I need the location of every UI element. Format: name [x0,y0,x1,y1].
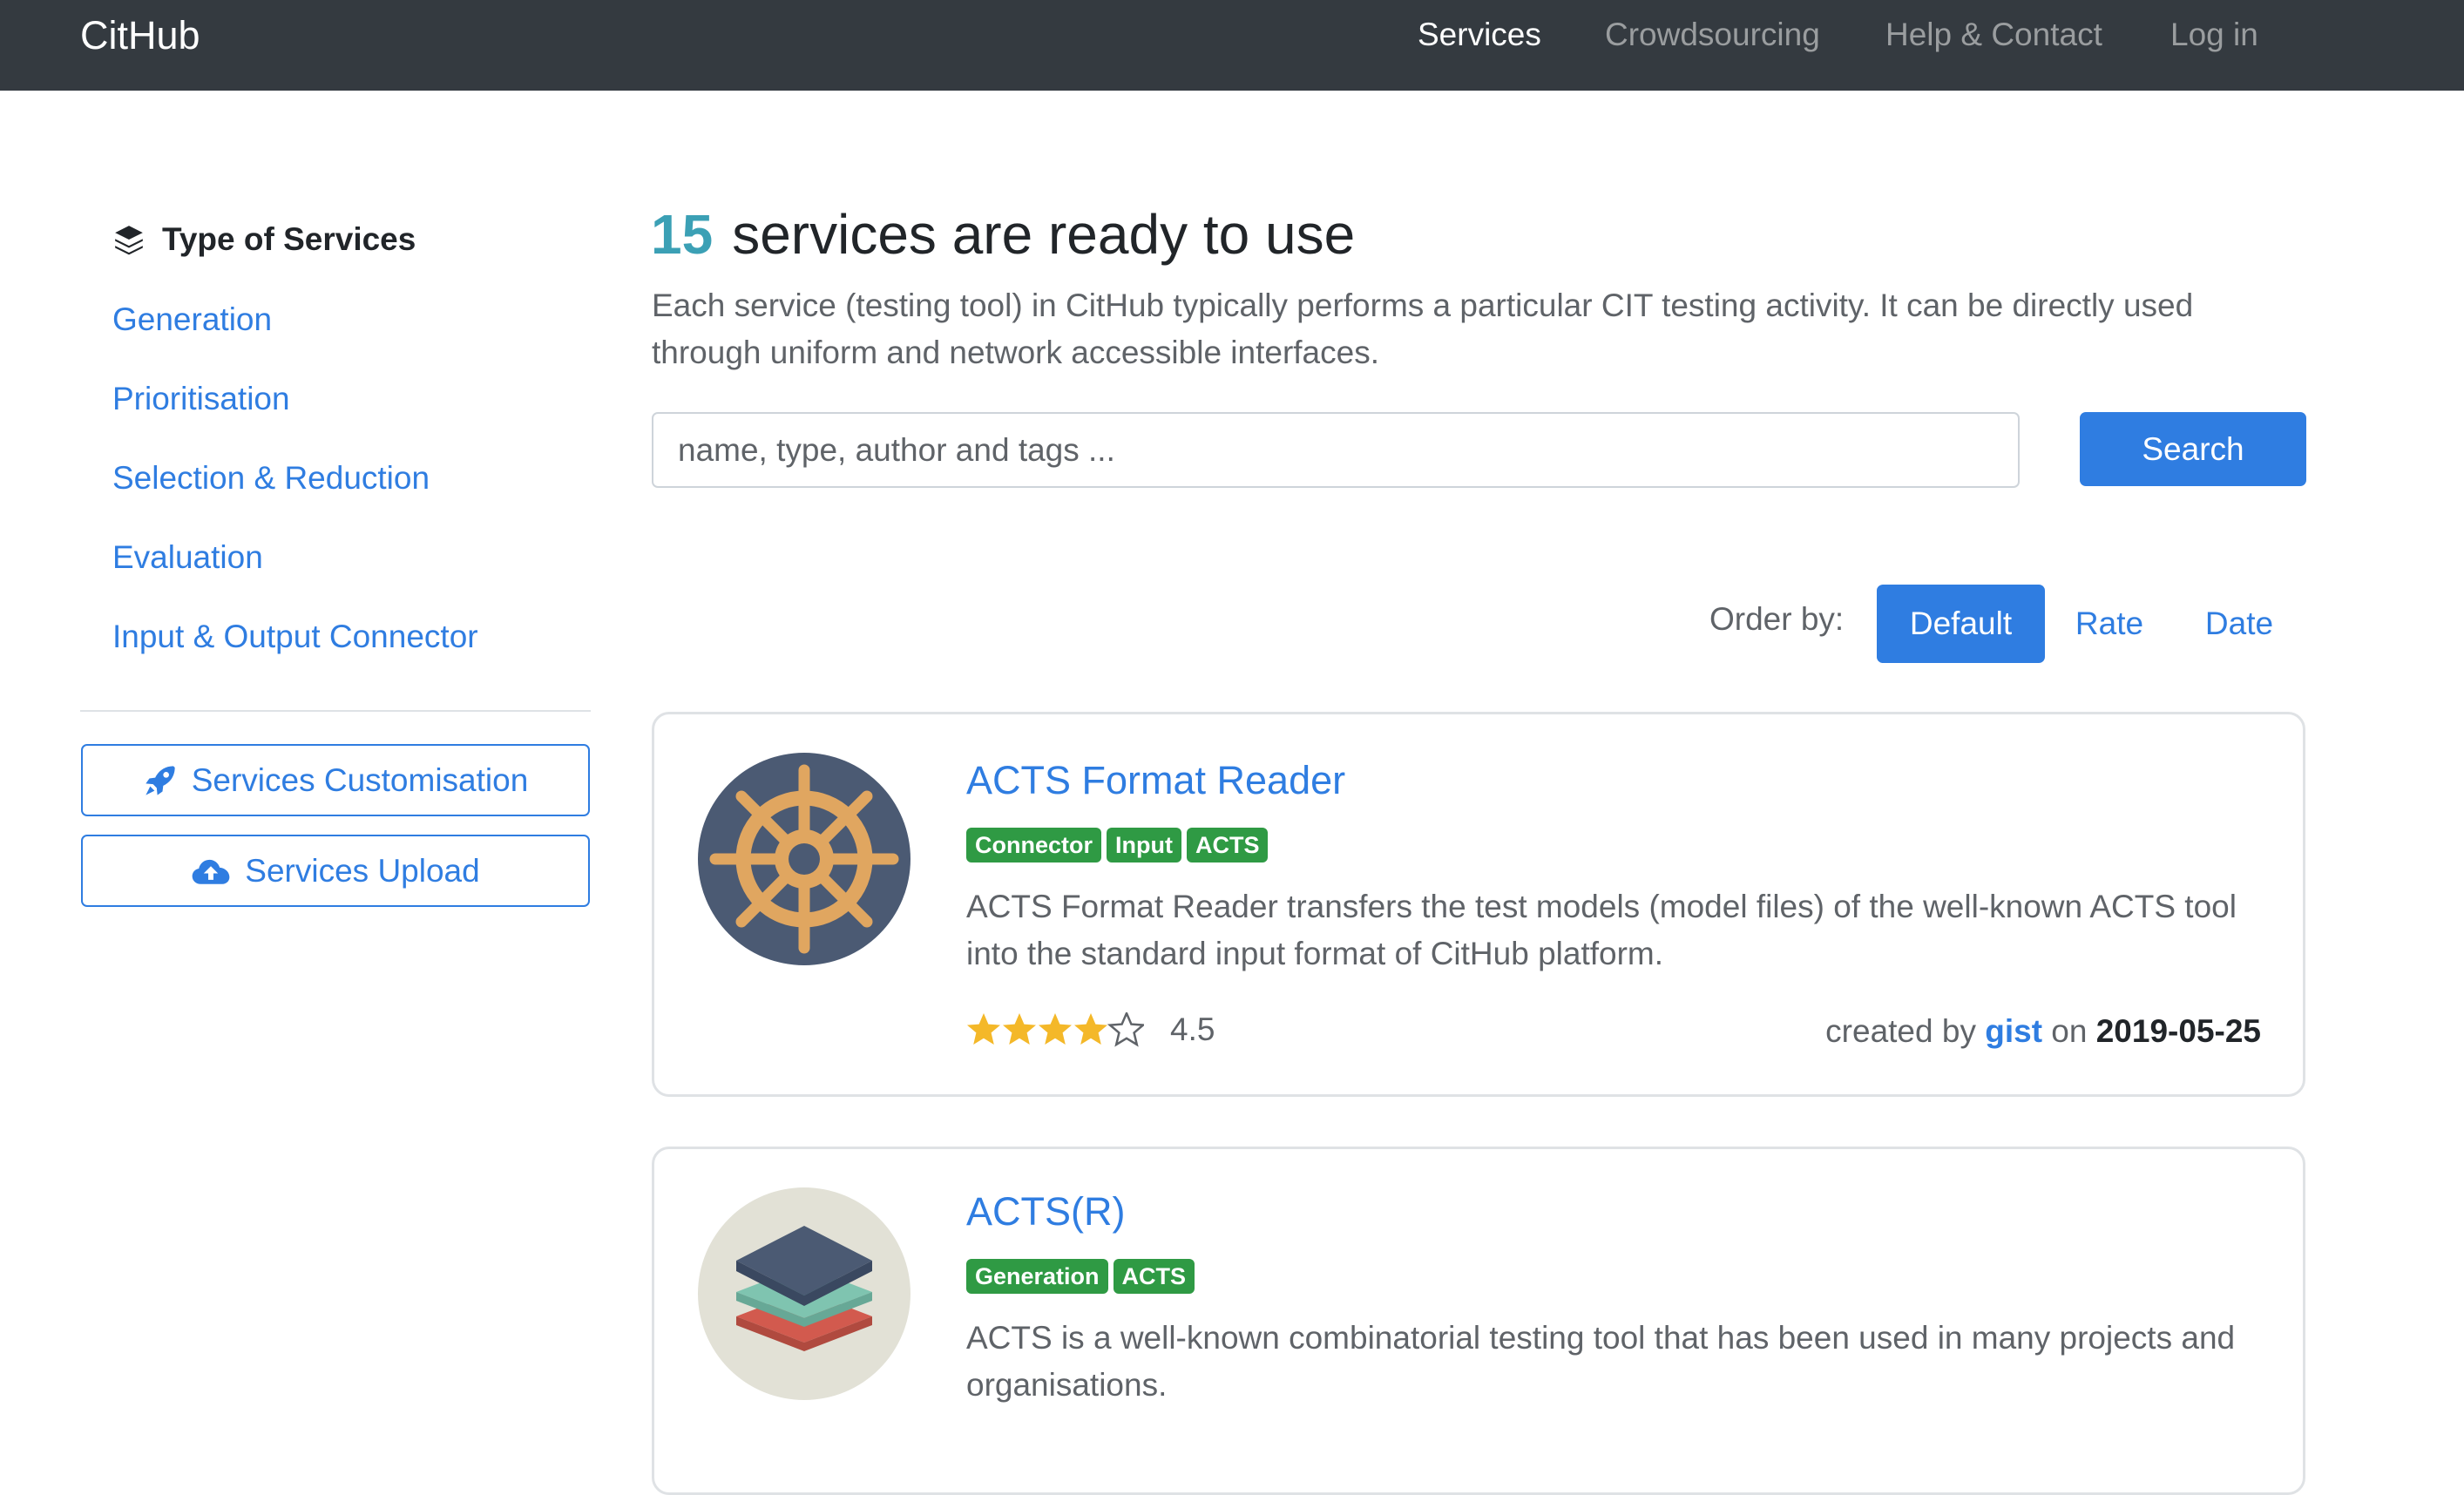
sidebar-heading-label: Type of Services [162,221,416,257]
service-count: 15 [651,203,714,266]
nav-help-contact[interactable]: Help & Contact [1885,0,2102,70]
tag-badge[interactable]: ACTS [1113,1259,1195,1294]
tag-list: Generation ACTS [966,1259,1200,1294]
search-input[interactable] [652,412,2020,488]
services-customisation-button[interactable]: Services Customisation [81,744,590,816]
sidebar-item-input-output-connector[interactable]: Input & Output Connector [112,619,478,655]
service-title[interactable]: ACTS(R) [966,1189,1125,1235]
page-title: 15 services are ready to use [651,202,1355,267]
top-navbar: CitHub Services Crowdsourcing Help & Con… [0,0,2464,91]
on-label: on [2051,1013,2088,1049]
service-card: ACTS Format Reader Connector Input ACTS … [652,712,2305,1097]
tag-badge[interactable]: Generation [966,1259,1108,1294]
author-link[interactable]: gist [1985,1013,2042,1049]
layers-icon [115,226,143,255]
service-meta: created by gist on 2019-05-25 [1825,1013,2261,1050]
sidebar-item-evaluation[interactable]: Evaluation [112,539,263,576]
intro-text: Each service (testing tool) in CitHub ty… [652,288,2194,370]
page-title-text: services are ready to use [732,203,1356,266]
order-rate-button[interactable]: Rate [2057,585,2162,663]
tag-badge[interactable]: Input [1107,828,1181,862]
sidebar-divider [80,710,591,712]
layers-icon [698,1187,910,1400]
sidebar-item-generation[interactable]: Generation [112,301,272,338]
service-description: ACTS Format Reader transfers the test mo… [966,889,2237,971]
order-date-button[interactable]: Date [2178,585,2300,663]
nav-services[interactable]: Services [1418,0,1541,70]
nav-crowdsourcing[interactable]: Crowdsourcing [1605,0,1820,70]
rating-value: 4.5 [1170,1011,1215,1047]
services-upload-button[interactable]: Services Upload [81,835,590,907]
tag-list: Connector Input ACTS [966,828,1273,862]
service-title[interactable]: ACTS Format Reader [966,758,1345,803]
sidebar-item-selection-reduction[interactable]: Selection & Reduction [112,460,430,497]
order-by-label: Order by: [1709,601,1845,637]
service-card: ACTS(R) Generation ACTS ACTS is a well-k… [652,1147,2305,1495]
cloud-upload-icon [192,859,230,884]
sidebar-item-prioritisation[interactable]: Prioritisation [112,381,290,417]
tag-badge[interactable]: ACTS [1186,828,1269,862]
tag-badge[interactable]: Connector [966,828,1101,862]
created-by-label: created by [1825,1013,1976,1049]
created-date: 2019-05-25 [2095,1013,2261,1049]
star-rating-icon [967,1012,1144,1046]
rocket-icon [146,765,175,795]
sidebar-heading: Type of Services [112,221,416,258]
rating: 4.5 [966,1011,1215,1048]
search-button[interactable]: Search [2080,412,2306,486]
brand-logo[interactable]: CitHub [80,0,200,71]
services-upload-label: Services Upload [245,852,480,889]
nav-login[interactable]: Log in [2170,0,2258,70]
ship-wheel-icon [698,753,910,965]
services-customisation-label: Services Customisation [191,761,529,798]
service-description: ACTS is a well-known combinatorial testi… [966,1320,2236,1403]
order-default-button[interactable]: Default [1877,585,2045,663]
